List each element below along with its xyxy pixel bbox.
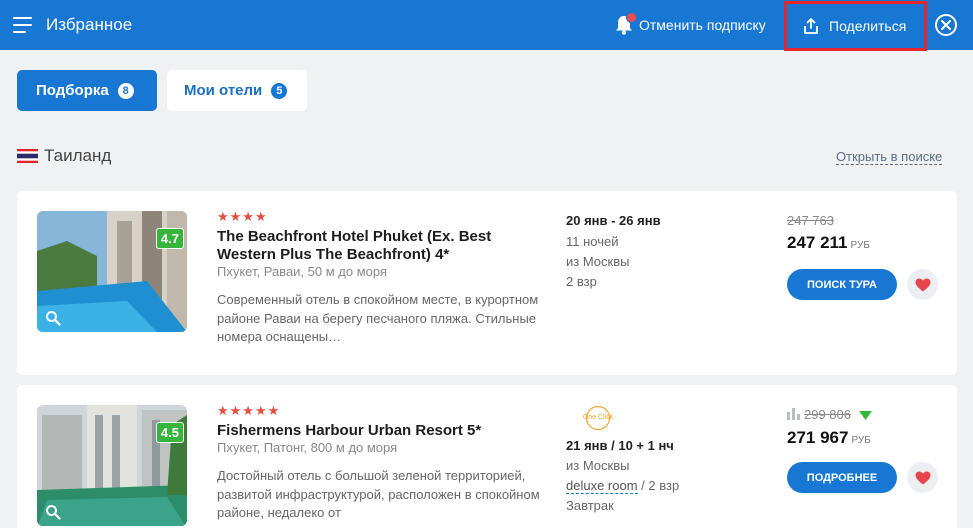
details-button[interactable]: ПОДРОБНЕЕ	[787, 462, 897, 493]
tab-my-hotels-label: Мои отели	[184, 82, 263, 99]
tour-dates: 21 янв / 10 + 1 нч	[566, 438, 674, 453]
unsubscribe-label: Отменить подписку	[639, 17, 766, 33]
price-value: 271 967	[787, 428, 849, 447]
room-type-link[interactable]: deluxe room	[566, 478, 638, 494]
close-icon[interactable]	[935, 14, 957, 36]
currency: РУБ	[850, 240, 870, 251]
hotel-stars: ★★★★★	[217, 403, 281, 418]
page-title: Избранное	[46, 15, 133, 34]
tab-my-hotels-count: 5	[271, 82, 288, 99]
hotel-description: Современный отель в спокойном месте, в к…	[217, 292, 539, 344]
hotel-photo[interactable]: 4.7	[37, 211, 187, 332]
hotel-card: 4.5 ★★★★★ Fishermens Harbour Urban Resor…	[17, 385, 957, 528]
share-button[interactable]: Поделиться	[784, 1, 927, 51]
hotel-location: Пхукет, Патонг, 800 м до моря	[217, 440, 398, 455]
tour-room: deluxe room / 2 взр	[566, 478, 680, 494]
tour-dates: 20 янв - 26 янв	[566, 213, 661, 228]
zoom-icon[interactable]	[45, 310, 61, 326]
tour-departure: из Москвы	[566, 254, 630, 269]
menu-icon[interactable]	[13, 17, 32, 33]
price-chart-icon	[787, 408, 800, 420]
price-value: 247 211	[787, 233, 848, 252]
price-down-icon	[858, 411, 872, 421]
hotel-card: 4.7 ★★★★ The Beachfront Hotel Phuket (Ex…	[17, 191, 957, 375]
tour-guests: / 2 взр	[641, 478, 680, 493]
tour-guests: 2 взр	[566, 274, 597, 289]
tour-nights: 11 ночей	[566, 234, 619, 249]
tab-selection[interactable]: Подборка 8	[17, 70, 157, 111]
old-price-row: 299 806	[787, 407, 872, 422]
open-in-search-link[interactable]: Открыть в поиске	[836, 149, 943, 165]
share-icon	[804, 18, 818, 34]
rating-badge: 4.5	[155, 422, 184, 443]
price: 271 967 РУБ	[787, 428, 871, 448]
price: 247 211 РУБ	[787, 233, 870, 253]
share-label: Поделиться	[829, 18, 907, 34]
hotel-name[interactable]: Fishermens Harbour Urban Resort 5*	[217, 422, 517, 440]
hotel-photo[interactable]: 4.5	[37, 405, 187, 526]
favorite-heart-icon[interactable]	[907, 462, 938, 493]
unsubscribe-button[interactable]: Отменить подписку	[614, 12, 766, 38]
tab-selection-count: 8	[117, 82, 134, 99]
old-price: 247 763	[787, 213, 834, 228]
hotel-name[interactable]: The Beachfront Hotel Phuket (Ex. Best We…	[217, 228, 517, 264]
tab-selection-label: Подборка	[36, 82, 109, 99]
operator-logo: One Click	[579, 405, 617, 431]
country-name: Таиланд	[44, 146, 112, 165]
top-bar: Избранное Отменить подписку Поделиться	[0, 0, 973, 51]
hotel-stars: ★★★★	[217, 209, 268, 224]
search-tour-button[interactable]: ПОИСК ТУРА	[787, 269, 897, 300]
tab-my-hotels[interactable]: Мои отели 5	[167, 70, 307, 111]
tour-meal: Завтрак	[566, 498, 614, 513]
country-heading: Таиланд	[17, 146, 111, 166]
zoom-icon[interactable]	[45, 504, 61, 520]
thailand-flag-icon	[17, 149, 38, 163]
hotel-location: Пхукет, Раваи, 50 м до моря	[217, 264, 387, 279]
bell-icon	[614, 12, 637, 36]
tour-departure: из Москвы	[566, 458, 630, 473]
hotel-description: Достойный отель с большой зеленой террит…	[217, 468, 540, 520]
operator-name: One Click	[583, 414, 614, 421]
rating-badge: 4.7	[155, 228, 184, 249]
favorite-heart-icon[interactable]	[907, 269, 938, 300]
old-price: 299 806	[804, 407, 851, 422]
currency: РУБ	[851, 435, 871, 446]
